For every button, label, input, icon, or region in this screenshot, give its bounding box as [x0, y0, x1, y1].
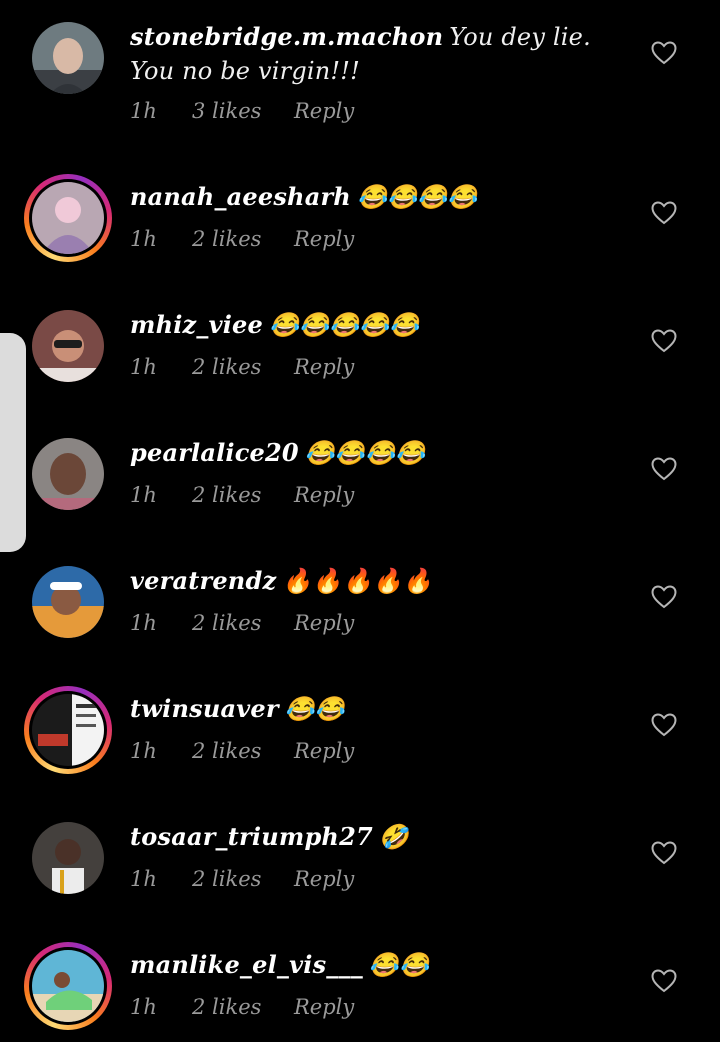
comment-username[interactable]: stonebridge.m.machon: [130, 22, 443, 51]
comment-text: veratrendz 🔥🔥🔥🔥🔥: [130, 564, 630, 598]
comment-likes[interactable]: 2 likes: [192, 227, 294, 251]
comment-text: tosaar_triumph27 🤣: [130, 820, 630, 854]
comment-body: 😂😂: [368, 951, 430, 979]
comment-likes[interactable]: 2 likes: [192, 611, 294, 635]
comment-username[interactable]: mhiz_viee: [130, 310, 263, 339]
comment-text: pearlalice20 😂😂😂😂: [130, 436, 630, 470]
heart-icon[interactable]: [651, 841, 677, 865]
avatar: [32, 950, 104, 1022]
comment-meta: 1h 2 likes Reply: [130, 352, 354, 382]
comment-username[interactable]: tosaar_triumph27: [130, 822, 373, 851]
reply-button[interactable]: Reply: [294, 611, 354, 635]
heart-icon[interactable]: [651, 713, 677, 737]
avatar-story-ring[interactable]: [24, 942, 112, 1030]
avatar[interactable]: [32, 22, 104, 94]
heart-icon[interactable]: [651, 329, 677, 353]
comment-item: pearlalice20 😂😂😂😂 1h 2 likes Reply: [0, 416, 720, 544]
reply-button[interactable]: Reply: [294, 99, 354, 123]
comment-meta: 1h 2 likes Reply: [130, 224, 354, 254]
comment-time: 1h: [130, 611, 157, 635]
reply-button[interactable]: Reply: [294, 739, 354, 763]
comment-item: stonebridge.m.machon You dey lie. You no …: [0, 0, 720, 128]
comment-likes[interactable]: 3 likes: [192, 99, 294, 123]
comment-text: mhiz_viee 😂😂😂😂😂: [130, 308, 630, 342]
reply-button[interactable]: Reply: [294, 867, 354, 891]
reply-button[interactable]: Reply: [294, 483, 354, 507]
comment-body: 😂😂😂😂: [304, 439, 426, 467]
comment-meta: 1h 2 likes Reply: [130, 608, 354, 638]
heart-icon[interactable]: [651, 41, 677, 65]
comment-meta: 1h 2 likes Reply: [130, 736, 354, 766]
comment-username[interactable]: manlike_el_vis___: [130, 950, 363, 979]
comment-item: mhiz_viee 😂😂😂😂😂 1h 2 likes Reply: [0, 288, 720, 416]
comment-username[interactable]: pearlalice20: [130, 438, 299, 467]
comment-username[interactable]: twinsuaver: [130, 694, 279, 723]
comment-time: 1h: [130, 355, 157, 379]
reply-button[interactable]: Reply: [294, 227, 354, 251]
comment-body: 😂😂: [284, 695, 345, 723]
comment-body: 🤣: [378, 823, 409, 851]
comment-likes[interactable]: 2 likes: [192, 355, 294, 379]
comment-text: manlike_el_vis___ 😂😂: [130, 948, 630, 982]
comment-time: 1h: [130, 739, 157, 763]
avatar-story-ring[interactable]: [24, 174, 112, 262]
comment-item: tosaar_triumph27 🤣 1h 2 likes Reply: [0, 800, 720, 928]
heart-icon[interactable]: [651, 969, 677, 993]
comment-username[interactable]: nanah_aeesharh: [130, 182, 351, 211]
comment-time: 1h: [130, 227, 157, 251]
avatar[interactable]: [32, 310, 104, 382]
heart-icon[interactable]: [651, 585, 677, 609]
reply-button[interactable]: Reply: [294, 995, 354, 1019]
reply-button[interactable]: Reply: [294, 355, 354, 379]
comment-item: nanah_aeesharh 😂😂😂😂 1h 2 likes Reply: [0, 160, 720, 288]
comment-text: nanah_aeesharh 😂😂😂😂: [130, 180, 630, 214]
comment-time: 1h: [130, 995, 157, 1019]
comment-meta: 1h 2 likes Reply: [130, 480, 354, 510]
comment-time: 1h: [130, 99, 157, 123]
comment-item: manlike_el_vis___ 😂😂 1h 2 likes Reply: [0, 928, 720, 1042]
avatar-story-ring[interactable]: [24, 686, 112, 774]
comment-likes[interactable]: 2 likes: [192, 867, 294, 891]
comment-username[interactable]: veratrendz: [130, 566, 276, 595]
heart-icon[interactable]: [651, 201, 677, 225]
comment-likes[interactable]: 2 likes: [192, 483, 294, 507]
comment-time: 1h: [130, 867, 157, 891]
comment-meta: 1h 3 likes Reply: [130, 96, 354, 126]
comment-time: 1h: [130, 483, 157, 507]
avatar[interactable]: [32, 822, 104, 894]
avatar[interactable]: [32, 566, 104, 638]
heart-icon[interactable]: [651, 457, 677, 481]
comment-body: 🔥🔥🔥🔥🔥: [282, 567, 433, 595]
comment-text: twinsuaver 😂😂: [130, 692, 630, 726]
avatar: [32, 694, 104, 766]
comment-likes[interactable]: 2 likes: [192, 995, 294, 1019]
comment-likes[interactable]: 2 likes: [192, 739, 294, 763]
comment-body: 😂😂😂😂😂: [269, 311, 420, 339]
comment-item: twinsuaver 😂😂 1h 2 likes Reply: [0, 672, 720, 800]
avatar[interactable]: [32, 438, 104, 510]
comment-text: stonebridge.m.machon You dey lie. You no …: [130, 20, 630, 88]
comment-body: 😂😂😂😂: [356, 183, 478, 211]
avatar: [32, 182, 104, 254]
comment-meta: 1h 2 likes Reply: [130, 864, 354, 894]
comment-item: veratrendz 🔥🔥🔥🔥🔥 1h 2 likes Reply: [0, 544, 720, 672]
comment-meta: 1h 2 likes Reply: [130, 992, 354, 1022]
